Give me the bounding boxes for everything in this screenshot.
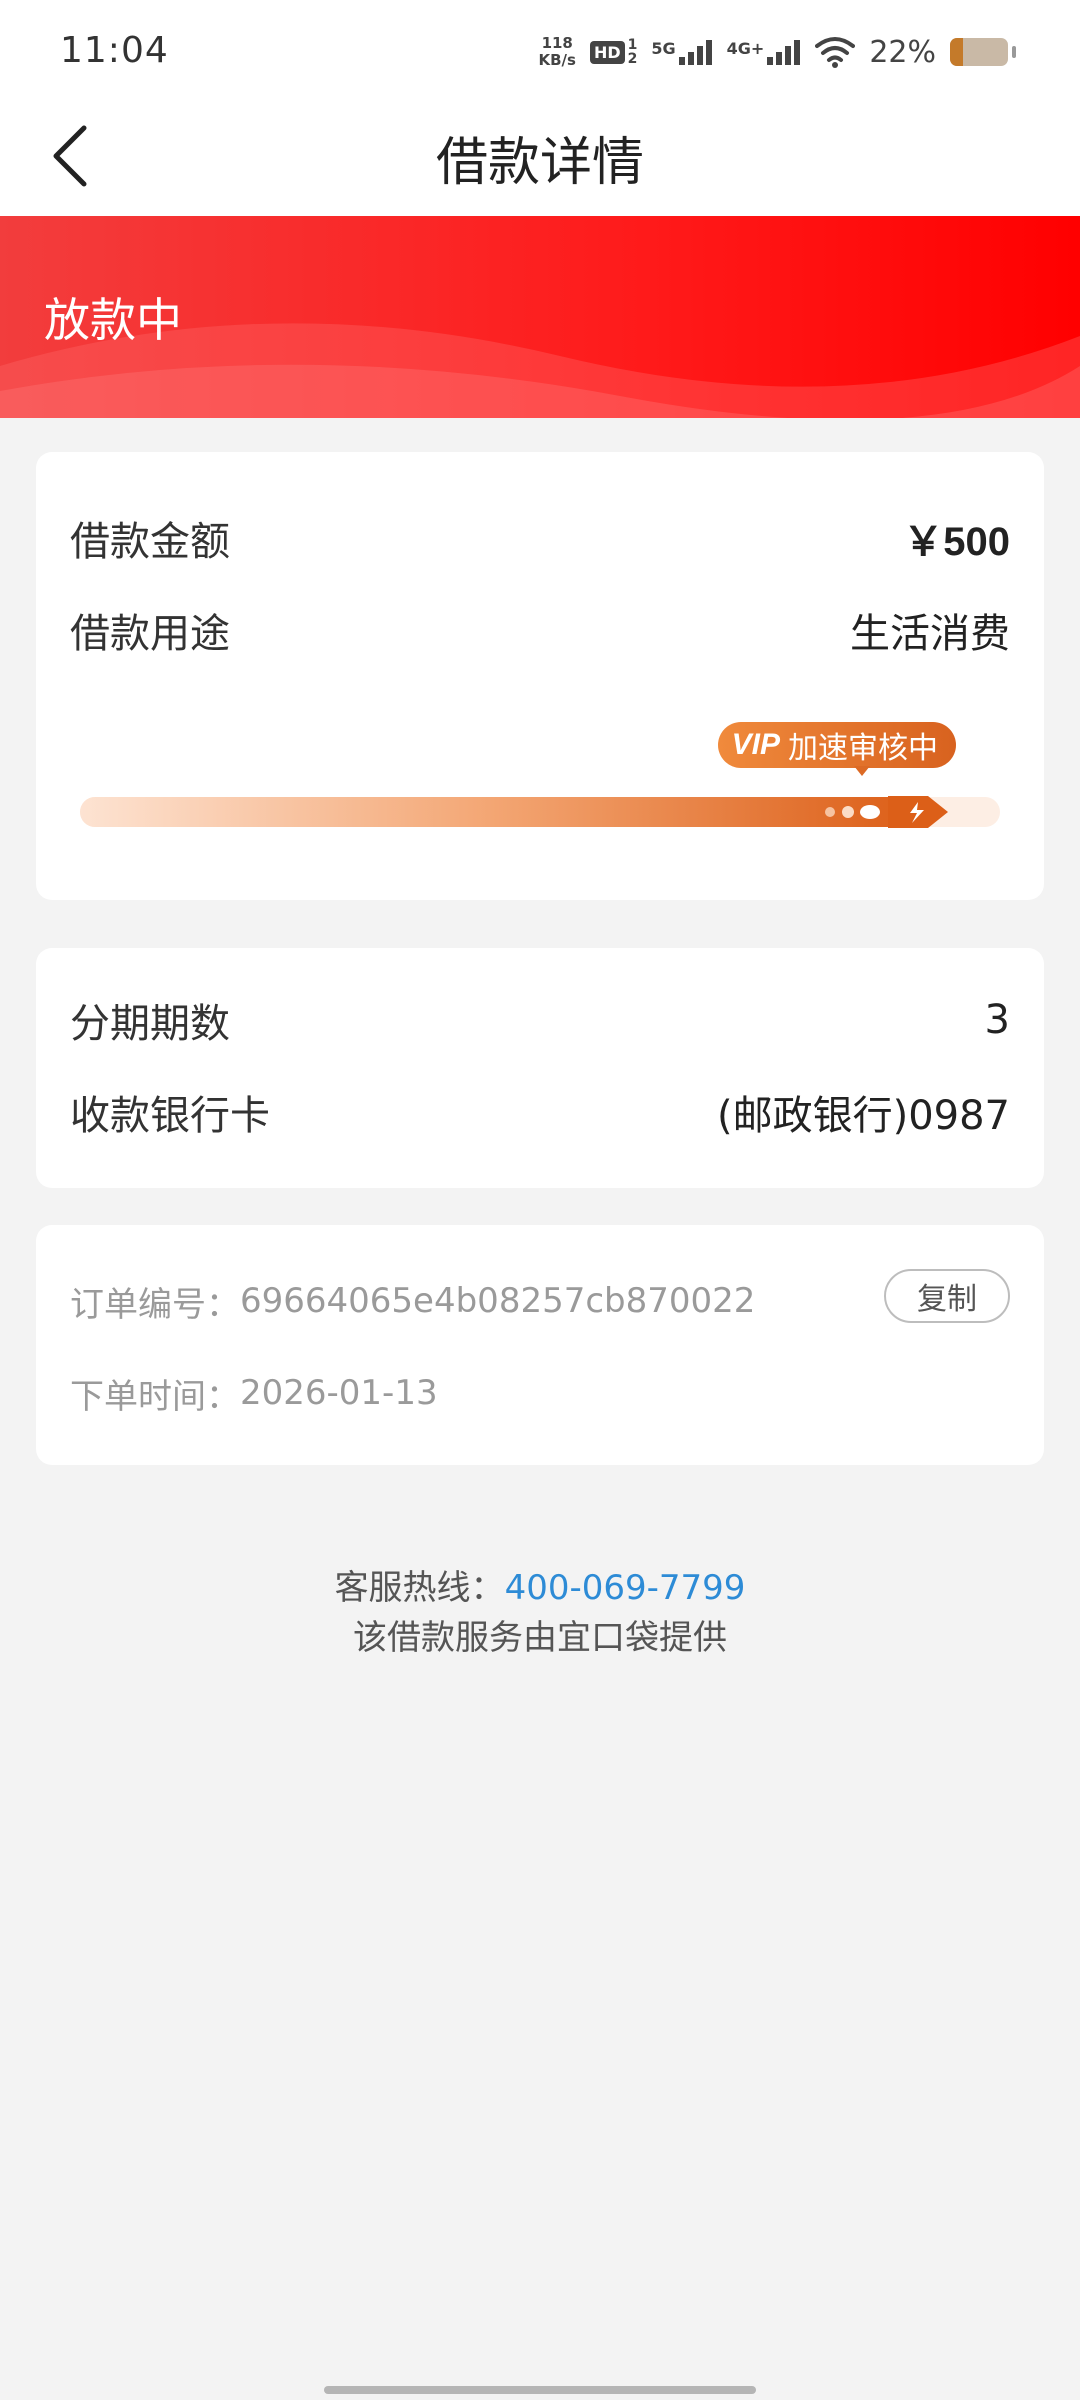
periods-label: 分期期数	[70, 1001, 230, 1047]
signal-icon	[678, 40, 712, 65]
customer-hotline: 客服热线：400-069-7799	[0, 1560, 1080, 1609]
hd-sub-bottom: 2	[627, 51, 638, 67]
badge-pointer	[854, 766, 870, 776]
loan-purpose-label: 借款用途	[70, 611, 230, 657]
bank-card-row: 收款银行卡 (邮政银行)0987	[70, 1082, 1010, 1142]
page-title: 借款详情	[435, 133, 644, 193]
loan-purpose-value: 生活消费	[850, 611, 1010, 657]
installment-card: 分期期数 3 收款银行卡 (邮政银行)0987	[36, 948, 1044, 1188]
wifi-icon	[815, 37, 856, 68]
network-speed-value: 118	[541, 34, 573, 52]
network-speed-unit: KB/s	[538, 51, 576, 69]
copy-button[interactable]: 复制	[884, 1269, 1010, 1323]
order-time-value: 2026-01-13	[240, 1373, 438, 1413]
signal-4g: 4G+	[727, 39, 802, 65]
periods-value: 3	[984, 997, 1010, 1043]
network-speed: 118 KB/s	[538, 35, 575, 69]
battery-icon	[950, 38, 1008, 66]
progress-track	[80, 796, 1000, 828]
loan-amount-label: 借款金额	[70, 519, 230, 565]
order-number-label: 订单编号：	[70, 1284, 240, 1325]
network-label-2: 4G+	[726, 39, 765, 58]
status-time: 11:04	[60, 30, 169, 71]
battery-cap	[1012, 46, 1016, 58]
hotline-label: 客服热线：	[334, 1568, 505, 1608]
service-provider-text: 该借款服务由宜口袋提供	[353, 1618, 727, 1658]
loan-status-text: 放款中	[44, 293, 182, 347]
status-banner: 放款中	[0, 216, 1080, 418]
nav-bar: 借款详情	[0, 100, 1080, 216]
progress-fill	[80, 797, 914, 827]
status-icons: 118 KB/s HD 1 2 5G 4G+ 22%	[538, 28, 1016, 76]
hd-voice-icon: HD 1 2	[589, 38, 638, 66]
hotline-number-link[interactable]: 400-069-7799	[505, 1568, 746, 1608]
network-label-1: 5G	[651, 39, 676, 58]
hd-sub: 1 2	[628, 38, 638, 66]
status-bar: 11:04 118 KB/s HD 1 2 5G 4G+ 22%	[0, 0, 1080, 100]
order-time-row: 下单时间： 2026-01-13	[70, 1363, 1010, 1423]
order-number-value: 69664065e4b08257cb870022	[240, 1281, 756, 1321]
battery-percent: 22%	[869, 34, 936, 70]
loan-purpose-row: 借款用途 生活消费	[70, 600, 1010, 660]
vip-tag: VIP	[731, 728, 780, 761]
order-card: 订单编号： 69664065e4b08257cb870022 复制 下单时间： …	[36, 1225, 1044, 1465]
loan-amount-value: ￥500	[903, 520, 1010, 564]
bank-card-label: 收款银行卡	[70, 1093, 270, 1139]
hd-label: HD	[589, 40, 625, 64]
hd-sub-top: 1	[627, 37, 638, 53]
vip-status-text: 加速审核中	[788, 731, 938, 766]
review-progress: VIP 加速审核中	[80, 722, 1000, 842]
order-number-row: 订单编号： 69664065e4b08257cb870022	[70, 1271, 844, 1331]
vip-accelerate-badge: VIP 加速审核中	[717, 722, 956, 768]
loan-amount-row: 借款金额 ￥500	[70, 508, 1010, 568]
signal-5g: 5G	[651, 39, 712, 65]
bank-card-value: (邮政银行)0987	[716, 1093, 1010, 1139]
battery-level	[950, 38, 963, 66]
periods-row: 分期期数 3	[70, 990, 1010, 1050]
loan-info-card: 借款金额 ￥500 借款用途 生活消费 VIP 加速审核中	[36, 452, 1044, 900]
home-indicator[interactable]	[324, 2386, 756, 2394]
signal-icon	[767, 40, 801, 65]
order-time-label: 下单时间：	[70, 1376, 240, 1417]
